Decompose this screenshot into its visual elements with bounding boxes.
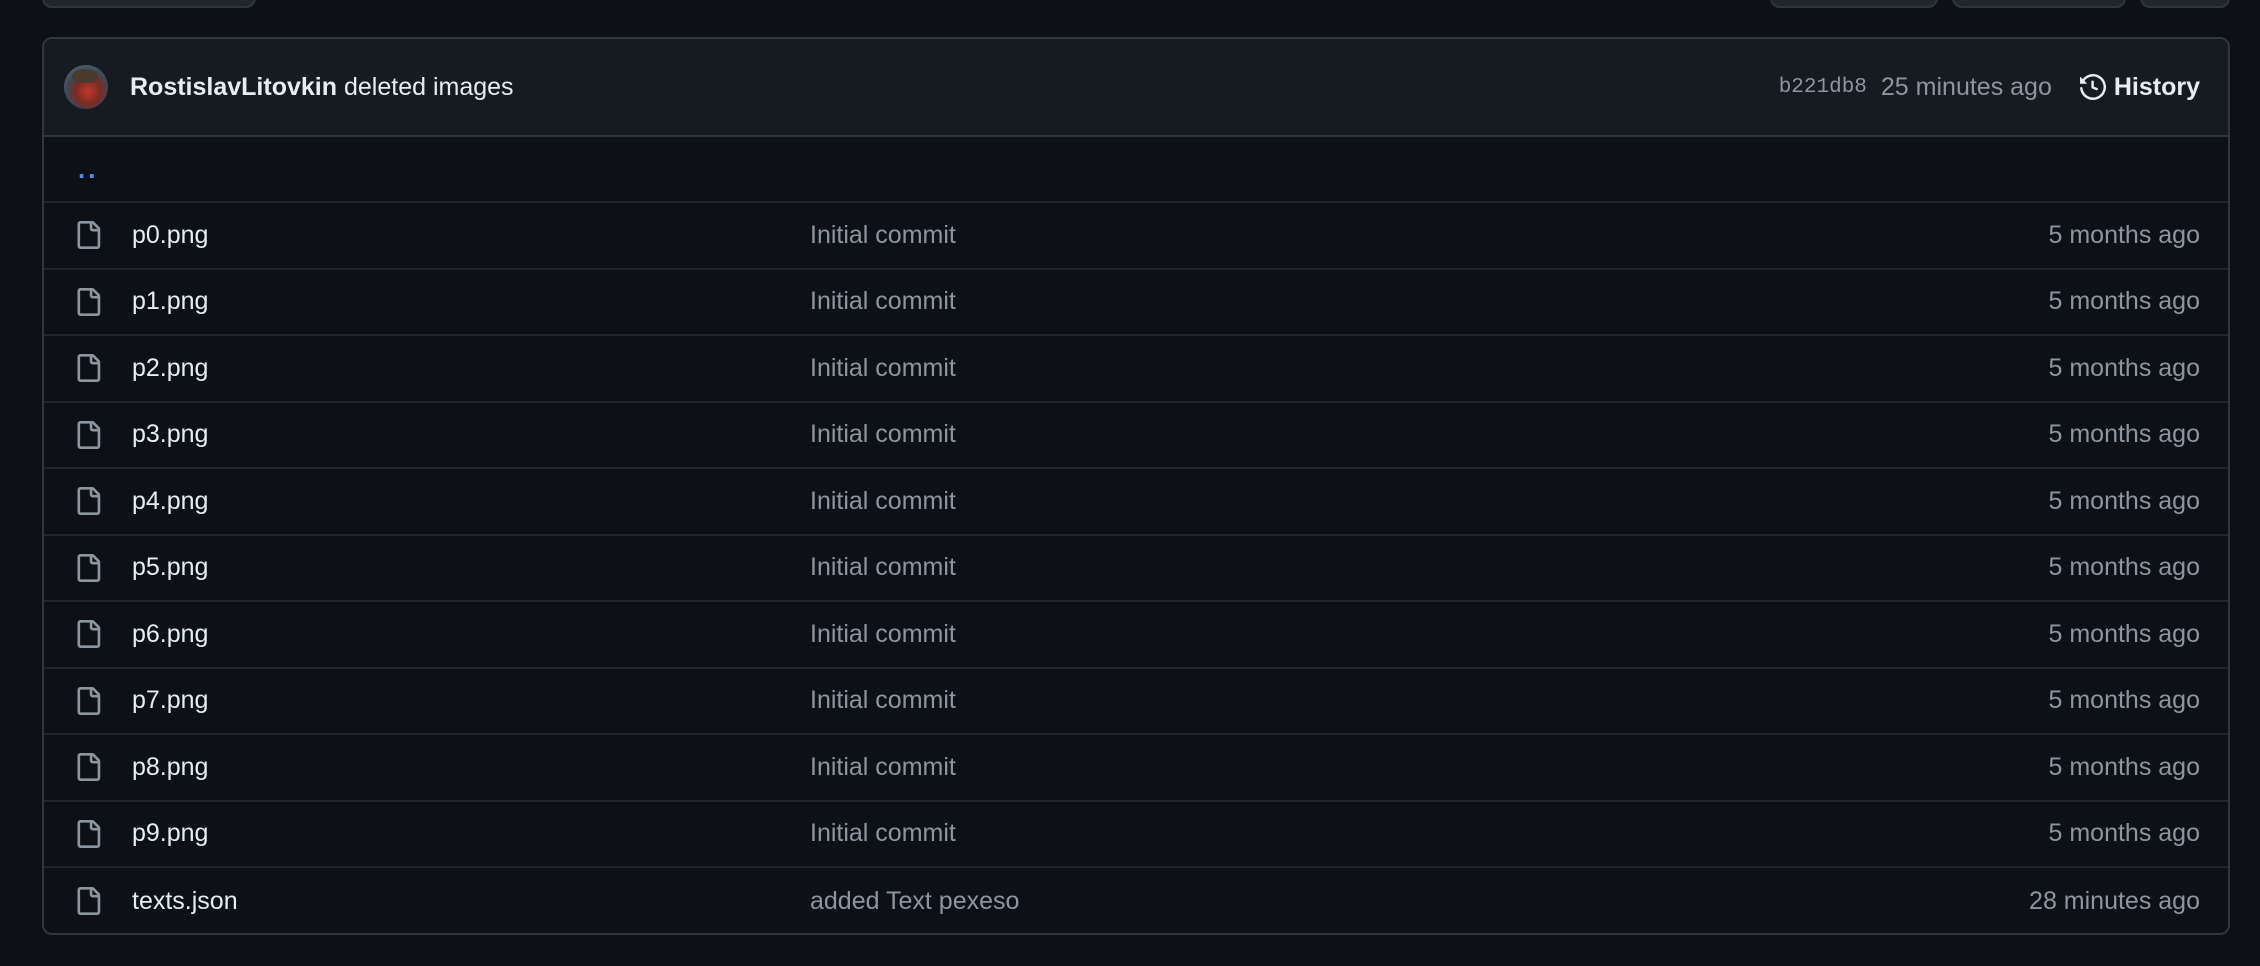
history-label: History (2113, 72, 2200, 101)
table-row[interactable]: texts.json added Text pexeso 28 minutes … (44, 868, 2228, 933)
history-button[interactable]: History (2079, 72, 2200, 102)
file-icon (77, 819, 101, 848)
file-icon (77, 887, 101, 916)
table-row[interactable]: p9.png Initial commit 5 months ago (44, 802, 2228, 868)
file-table: RostislavLitovkin deleted images b221db8… (42, 37, 2230, 935)
file-commit-message[interactable]: Initial commit (810, 553, 956, 582)
file-icon (77, 553, 101, 582)
file-icon (77, 354, 101, 383)
file-name-link[interactable]: p8.png (132, 753, 782, 782)
file-name-link[interactable]: p1.png (132, 287, 782, 316)
table-row[interactable]: p0.png Initial commit 5 months ago (44, 203, 2228, 270)
file-name-link[interactable]: p4.png (132, 487, 782, 516)
file-icon (77, 420, 101, 449)
more-options-button[interactable] (2140, 0, 2230, 8)
file-name-link[interactable]: p7.png (132, 686, 782, 715)
file-commit-age: 5 months ago (2048, 353, 2201, 382)
repo-file-browser: RostislavLitovkin deleted images b221db8… (0, 0, 2260, 966)
file-commit-message[interactable]: Initial commit (810, 420, 956, 449)
file-list: p0.png Initial commit 5 months ago p1.pn… (44, 203, 2228, 933)
commit-message[interactable]: deleted images (344, 73, 514, 102)
file-name-link[interactable]: texts.json (132, 887, 782, 916)
commit-time: 25 minutes ago (1880, 72, 2052, 101)
history-icon (2079, 74, 2106, 100)
table-row[interactable]: p5.png Initial commit 5 months ago (44, 536, 2228, 602)
parent-directory-link[interactable]: .. (78, 154, 98, 185)
table-row[interactable]: p7.png Initial commit 5 months ago (44, 669, 2228, 735)
file-name-link[interactable]: p0.png (132, 221, 782, 250)
branch-select-button[interactable] (42, 0, 256, 8)
file-commit-message[interactable]: Initial commit (810, 620, 956, 649)
table-row[interactable]: p2.png Initial commit 5 months ago (44, 336, 2228, 403)
avatar[interactable] (64, 65, 108, 109)
file-name-link[interactable]: p2.png (132, 354, 782, 383)
file-icon (77, 487, 101, 516)
commit-author[interactable]: RostislavLitovkin (130, 73, 337, 102)
file-commit-age: 5 months ago (2048, 287, 2201, 316)
file-icon (77, 287, 101, 316)
table-row[interactable]: p3.png Initial commit 5 months ago (44, 403, 2228, 469)
file-commit-age: 5 months ago (2048, 819, 2201, 848)
file-commit-message[interactable]: Initial commit (810, 753, 956, 782)
file-commit-age: 5 months ago (2048, 420, 2201, 449)
file-commit-age: 28 minutes ago (2029, 886, 2200, 915)
file-commit-age: 5 months ago (2048, 686, 2201, 715)
file-commit-message[interactable]: Initial commit (810, 487, 956, 516)
table-row[interactable]: p8.png Initial commit 5 months ago (44, 735, 2228, 802)
file-icon (77, 221, 101, 250)
file-commit-message[interactable]: Initial commit (810, 819, 956, 848)
file-name-link[interactable]: p3.png (132, 420, 782, 449)
go-to-file-button[interactable] (1770, 0, 1938, 8)
file-name-link[interactable]: p5.png (132, 553, 782, 582)
add-file-button[interactable] (1952, 0, 2126, 8)
table-row[interactable]: p1.png Initial commit 5 months ago (44, 270, 2228, 336)
file-name-link[interactable]: p6.png (132, 620, 782, 649)
latest-commit-bar: RostislavLitovkin deleted images b221db8… (44, 39, 2228, 137)
file-commit-age: 5 months ago (2048, 486, 2201, 515)
file-commit-message[interactable]: Initial commit (810, 287, 956, 316)
file-commit-message[interactable]: Initial commit (810, 221, 956, 250)
file-commit-message[interactable]: Initial commit (810, 686, 956, 715)
file-icon (77, 686, 101, 715)
table-row[interactable]: p4.png Initial commit 5 months ago (44, 469, 2228, 536)
file-commit-message[interactable]: added Text pexeso (810, 887, 1019, 916)
file-commit-age: 5 months ago (2048, 220, 2201, 249)
file-name-link[interactable]: p9.png (132, 819, 782, 848)
file-icon (77, 753, 101, 782)
file-commit-age: 5 months ago (2048, 553, 2201, 582)
file-icon (77, 620, 101, 649)
parent-directory-row[interactable]: .. (44, 137, 2228, 203)
file-commit-age: 5 months ago (2048, 619, 2201, 648)
file-commit-message[interactable]: Initial commit (810, 354, 956, 383)
table-row[interactable]: p6.png Initial commit 5 months ago (44, 602, 2228, 669)
commit-sha[interactable]: b221db8 (1779, 76, 1867, 99)
file-commit-age: 5 months ago (2048, 752, 2201, 781)
